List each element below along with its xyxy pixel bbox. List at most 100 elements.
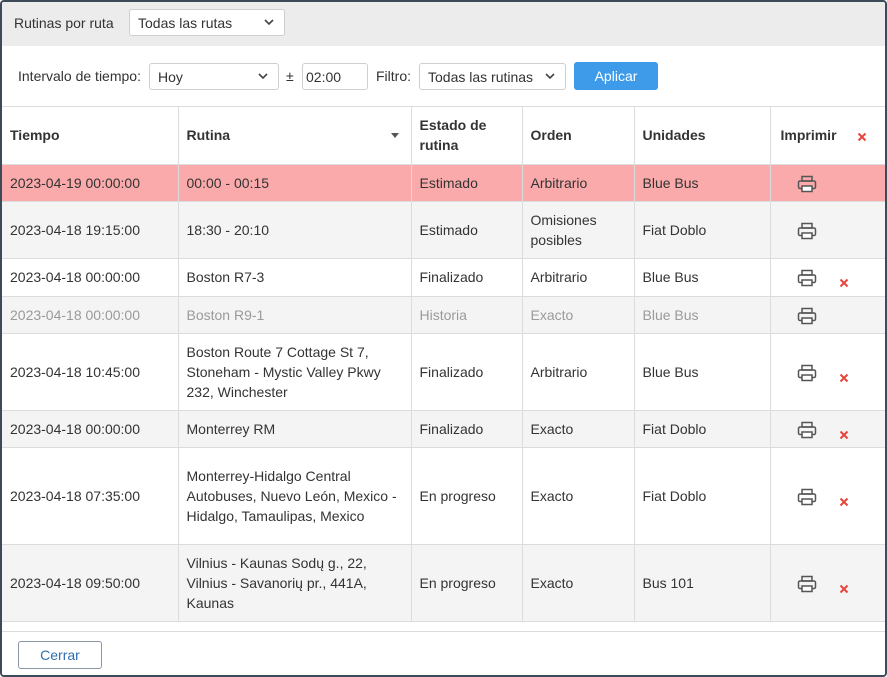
cell-time: 2023-04-18 00:00:00 <box>2 296 179 334</box>
column-header-time[interactable]: Tiempo <box>2 107 179 165</box>
table-row[interactable]: 2023-04-18 19:15:00 18:30 - 20:10 Estimado… <box>2 201 885 259</box>
table-row[interactable]: 2023-04-18 09:50:00 Vilnius - Kaunas Sodų… <box>2 544 885 622</box>
cell-units: Fiat Doblo <box>634 201 771 259</box>
column-header-time-label: Tiempo <box>10 127 60 144</box>
cell-route: 00:00 - 00:15 <box>178 164 412 202</box>
printer-icon[interactable] <box>797 421 817 439</box>
apply-button[interactable]: Aplicar <box>574 62 658 90</box>
cell-order: Exacto <box>522 447 635 545</box>
cell-state: Finalizado <box>411 410 523 448</box>
column-header-state-label: Estado de rutina <box>419 117 487 154</box>
cell-route: Vilnius - Kaunas Sodų g., 22, Vilnius - … <box>178 544 412 622</box>
plus-minus-sign: ± <box>286 68 294 84</box>
cell-actions <box>770 296 885 334</box>
filter-label: Filtro: <box>376 68 411 84</box>
cell-time: 2023-04-18 00:00:00 <box>2 410 179 448</box>
cell-route: Monterrey RM <box>178 410 412 448</box>
routes-label: Rutinas por ruta <box>14 15 114 31</box>
chevron-down-icon <box>545 73 555 80</box>
route-selector-bar: Rutinas por ruta Todas las rutas <box>2 2 885 46</box>
cell-state: Historia <box>411 296 523 334</box>
column-header-units[interactable]: Unidades <box>634 107 771 165</box>
delete-icon[interactable] <box>839 425 849 439</box>
cell-units: Blue Bus <box>634 296 771 334</box>
delete-icon[interactable] <box>839 492 849 506</box>
column-header-order-label: Orden <box>530 127 572 144</box>
cell-actions <box>770 164 885 202</box>
routines-table: Tiempo Rutina Estado de rutina Orden Uni… <box>2 107 885 622</box>
cell-state: Finalizado <box>411 333 523 411</box>
time-tolerance-value: 02:00 <box>306 69 342 85</box>
filter-bar: Intervalo de tiempo: Hoy ± 02:00 Filtro:… <box>2 46 885 107</box>
cell-units: Fiat Doblo <box>634 447 771 545</box>
cell-state: En progreso <box>411 447 523 545</box>
table-row[interactable]: 2023-04-19 00:00:00 00:00 - 00:15 Estimado… <box>2 164 885 202</box>
cell-actions <box>770 201 885 259</box>
column-header-order[interactable]: Orden <box>522 107 635 165</box>
cell-order: Exacto <box>522 296 635 334</box>
cell-state: En progreso <box>411 544 523 622</box>
cell-order: Omisiones posibles <box>522 201 635 259</box>
cell-actions <box>770 544 885 622</box>
table-row[interactable]: 2023-04-18 07:35:00 Monterrey-Hidalgo Cen… <box>2 447 885 545</box>
column-header-route-label: Rutina <box>186 127 231 144</box>
cell-route: 18:30 - 20:10 <box>178 201 412 259</box>
filter-select-value: Todas las rutinas <box>428 69 534 85</box>
close-button[interactable]: Cerrar <box>18 641 102 669</box>
cell-order: Exacto <box>522 544 635 622</box>
table-row[interactable]: 2023-04-18 00:00:00 Boston R9-1 Historia Ex… <box>2 296 885 334</box>
routes-select[interactable]: Todas las rutas <box>129 9 285 36</box>
printer-icon[interactable] <box>797 222 817 240</box>
cell-state: Finalizado <box>411 258 523 297</box>
time-tolerance-input[interactable]: 02:00 <box>302 63 368 90</box>
routines-dialog: Rutinas por ruta Todas las rutas Interva… <box>0 0 887 677</box>
interval-select[interactable]: Hoy <box>149 63 279 90</box>
column-header-state[interactable]: Estado de rutina <box>411 107 523 165</box>
column-header-print: Imprimir <box>770 107 885 165</box>
cell-order: Arbitrario <box>522 164 635 202</box>
interval-select-value: Hoy <box>158 69 183 85</box>
delete-icon[interactable] <box>839 273 849 288</box>
cell-actions <box>770 258 885 297</box>
cell-route: Boston R7-3 <box>178 258 412 297</box>
cell-route: Boston Route 7 Cottage St 7, Stoneham - … <box>178 333 412 411</box>
printer-icon[interactable] <box>797 269 817 287</box>
cell-units: Fiat Doblo <box>634 410 771 448</box>
cell-time: 2023-04-18 07:35:00 <box>2 447 179 545</box>
table-row[interactable]: 2023-04-18 00:00:00 Monterrey RM Finalizad… <box>2 410 885 448</box>
filter-select[interactable]: Todas las rutinas <box>419 63 566 90</box>
column-header-print-label: Imprimir <box>780 127 837 144</box>
cell-order: Exacto <box>522 410 635 448</box>
cell-order: Arbitrario <box>522 333 635 411</box>
column-header-route[interactable]: Rutina <box>178 107 412 165</box>
chevron-down-icon <box>258 73 268 80</box>
cell-time: 2023-04-18 00:00:00 <box>2 258 179 297</box>
cell-units: Blue Bus <box>634 333 771 411</box>
printer-icon[interactable] <box>797 488 817 506</box>
cell-route: Boston R9-1 <box>178 296 412 334</box>
cell-time: 2023-04-18 10:45:00 <box>2 333 179 411</box>
routes-select-value: Todas las rutas <box>138 15 233 31</box>
printer-icon[interactable] <box>797 175 817 193</box>
cell-time: 2023-04-18 09:50:00 <box>2 544 179 622</box>
printer-icon[interactable] <box>797 364 817 382</box>
cell-units: Blue Bus <box>634 164 771 202</box>
delete-icon[interactable] <box>839 579 849 593</box>
printer-icon[interactable] <box>797 307 817 325</box>
delete-icon[interactable] <box>839 368 849 382</box>
delete-all-icon[interactable] <box>857 132 867 142</box>
cell-units: Bus 101 <box>634 544 771 622</box>
table-row[interactable]: 2023-04-18 00:00:00 Boston R7-3 Finalizado… <box>2 258 885 297</box>
cell-state: Estimado <box>411 164 523 202</box>
chevron-down-icon <box>264 19 274 26</box>
cell-actions <box>770 410 885 448</box>
interval-label: Intervalo de tiempo: <box>18 68 141 84</box>
cell-order: Arbitrario <box>522 258 635 297</box>
cell-units: Blue Bus <box>634 258 771 297</box>
cell-time: 2023-04-18 19:15:00 <box>2 201 179 259</box>
table-row[interactable]: 2023-04-18 10:45:00 Boston Route 7 Cottag… <box>2 333 885 411</box>
sort-desc-icon[interactable] <box>390 133 399 139</box>
cell-route: Monterrey-Hidalgo Central Autobuses, Nue… <box>178 447 412 545</box>
cell-actions <box>770 333 885 411</box>
printer-icon[interactable] <box>797 575 817 593</box>
